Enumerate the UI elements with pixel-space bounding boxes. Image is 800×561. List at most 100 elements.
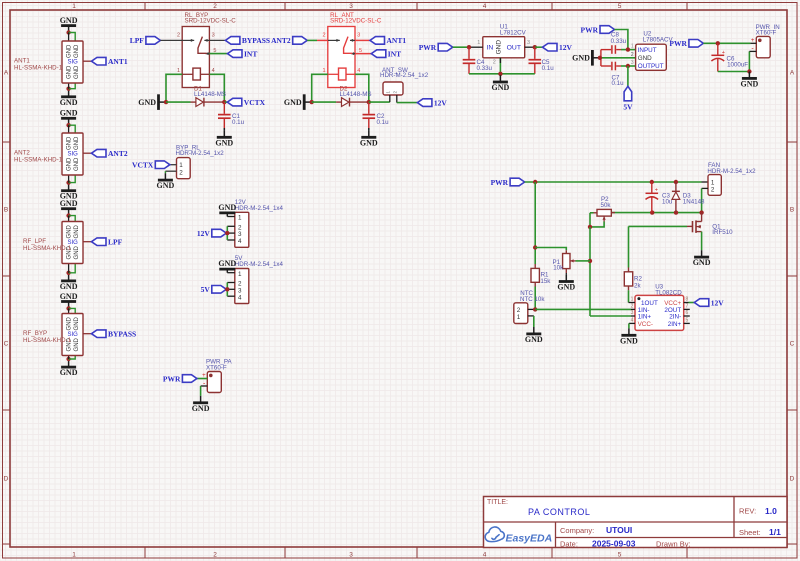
svg-text:GND: GND [192,404,210,413]
svg-text:GND: GND [138,98,156,107]
svg-text:2: 2 [323,33,326,39]
svg-text:1: 1 [477,40,480,46]
svg-text:GND: GND [218,259,236,268]
svg-text:2: 2 [631,304,634,310]
svg-text:3: 3 [527,40,530,46]
svg-text:B: B [790,206,794,213]
svg-text:GND: GND [741,79,759,88]
svg-text:2: 2 [179,169,183,176]
svg-text:5: 5 [686,318,689,324]
svg-text:SIG: SIG [68,59,79,65]
svg-text:PA CONTROL: PA CONTROL [528,507,590,517]
svg-text:SRD-12VDC-SL-C: SRD-12VDC-SL-C [185,18,237,25]
svg-text:GND: GND [525,335,543,344]
svg-text:2: 2 [631,52,634,58]
svg-text:4: 4 [483,551,487,558]
svg-text:4: 4 [357,68,360,74]
svg-text:GND: GND [74,245,80,259]
svg-text:0.1u: 0.1u [377,119,390,126]
svg-text:Drawn By:: Drawn By: [656,539,691,548]
svg-text:PWR: PWR [669,39,687,48]
svg-text:GND: GND [60,16,78,25]
svg-text:RF_BYP: RF_BYP [23,330,47,337]
svg-text:C: C [790,340,795,347]
svg-text:GND: GND [492,83,510,92]
svg-text:ANT1: ANT1 [108,57,128,66]
svg-text:1: 1 [72,551,76,558]
svg-text:ANT2: ANT2 [271,36,291,45]
svg-text:GND: GND [60,282,78,291]
svg-text:6: 6 [686,310,689,316]
svg-text:VCC+: VCC+ [664,300,681,307]
svg-text:4: 4 [238,294,242,301]
svg-text:1.0: 1.0 [765,506,777,516]
svg-text:4: 4 [631,318,634,324]
svg-text:1IN+: 1IN+ [638,314,652,321]
svg-text:GND: GND [67,136,73,150]
svg-text:1N4148: 1N4148 [683,198,705,205]
svg-text:50k: 50k [601,202,612,209]
svg-text:LL4148-MS: LL4148-MS [340,91,372,98]
svg-text:GND: GND [74,224,80,238]
svg-text:HL-SSMA-KHD-1: HL-SSMA-KHD-1 [23,337,72,344]
svg-text:GND: GND [67,316,73,330]
svg-text:GND: GND [495,40,502,55]
svg-text:HL-SSMA-KHD-1: HL-SSMA-KHD-1 [14,157,63,164]
svg-text:0.33u: 0.33u [477,65,493,72]
svg-text:ANT1: ANT1 [14,58,30,65]
svg-text:1: 1 [517,314,521,321]
svg-text:1: 1 [631,44,634,50]
svg-text:Sheet:: Sheet: [739,528,761,537]
svg-text:PWR: PWR [581,25,599,34]
svg-text:5V: 5V [623,102,633,111]
svg-text:0.1u: 0.1u [232,119,245,126]
svg-text:0.33u: 0.33u [611,38,627,45]
svg-text:0.1u: 0.1u [612,80,625,87]
svg-text:3: 3 [212,33,215,39]
svg-text:0.1u: 0.1u [542,65,555,72]
svg-text:12V: 12V [711,298,725,307]
svg-text:2: 2 [177,33,180,39]
svg-text:1: 1 [179,162,183,169]
svg-text:UTOUI: UTOUI [606,525,632,535]
svg-text:B: B [4,206,8,213]
svg-text:D: D [790,475,795,482]
svg-text:HL-SSMA-KHD-1: HL-SSMA-KHD-1 [23,245,72,252]
svg-text:1: 1 [72,3,76,10]
svg-text:VCC-: VCC- [638,321,653,328]
svg-text:GND: GND [60,368,78,377]
svg-text:GND: GND [693,258,711,267]
svg-text:D: D [4,475,9,482]
svg-text:+: + [722,50,725,56]
svg-text:Date:: Date: [560,539,578,548]
svg-text:GND: GND [74,65,80,79]
svg-text:EasyEDA: EasyEDA [506,533,553,545]
svg-text:VCTX: VCTX [244,98,266,107]
svg-text:3: 3 [631,310,634,316]
svg-text:4: 4 [238,238,242,245]
svg-text:GND: GND [67,65,73,79]
svg-text:1: 1 [323,68,326,74]
svg-text:XT60-F: XT60-F [206,364,227,371]
svg-text:PWR: PWR [491,178,509,187]
svg-text:1/1: 1/1 [769,527,781,537]
svg-text:OUTPUT: OUTPUT [638,63,664,70]
svg-text:GND: GND [60,199,78,208]
svg-text:2: 2 [711,187,715,194]
svg-text:15k: 15k [540,278,551,285]
svg-text:INT: INT [244,49,257,58]
svg-text:HDR-M-2.54_1x2: HDR-M-2.54_1x2 [707,168,756,175]
svg-text:1: 1 [177,68,180,74]
svg-text:3: 3 [349,551,353,558]
svg-text:GND: GND [360,138,378,147]
svg-text:1000uF: 1000uF [727,61,748,68]
svg-text:GND: GND [60,98,78,107]
svg-text:10k: 10k [553,265,564,272]
svg-text:3: 3 [631,60,634,66]
svg-text:PWR: PWR [163,374,181,383]
svg-text:GND: GND [74,44,80,58]
svg-text:VCTX: VCTX [132,161,154,170]
svg-text:2: 2 [493,60,496,66]
svg-text:HDR-M-2.54_1x4: HDR-M-2.54_1x4 [235,261,284,268]
svg-text:LPF: LPF [108,238,123,247]
